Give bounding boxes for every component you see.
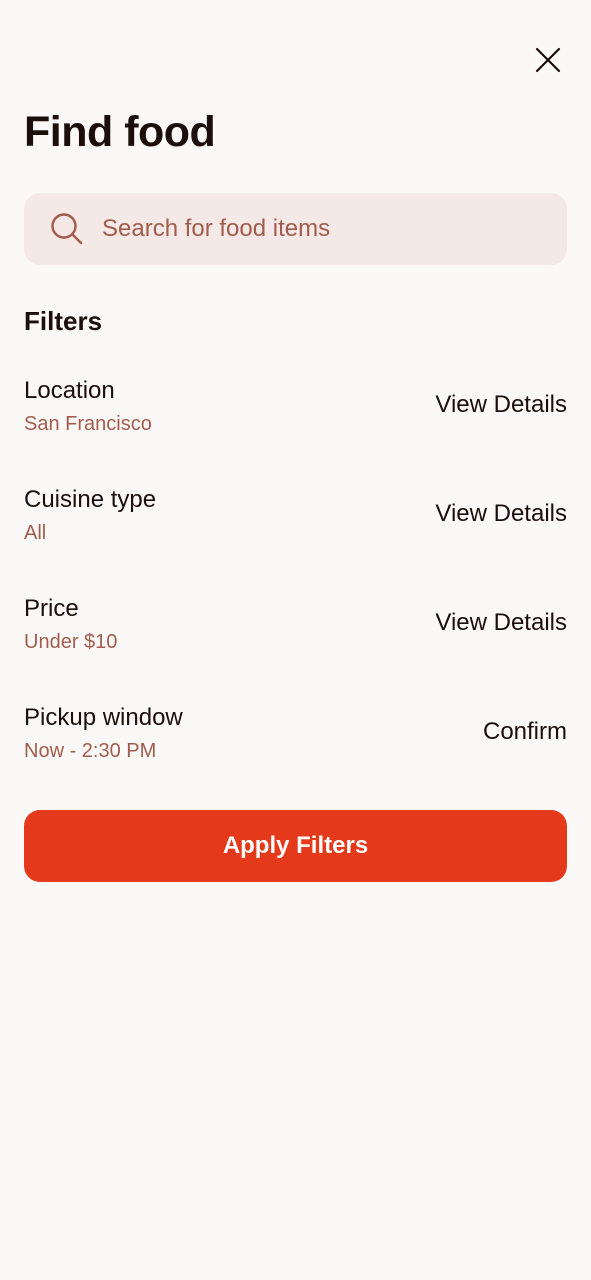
price-view-details-button[interactable]: View Details (435, 607, 567, 639)
filter-value: All (24, 522, 47, 544)
filter-label: Cuisine type (24, 486, 157, 513)
search-icon (51, 213, 83, 245)
filter-label: Price (24, 595, 79, 622)
apply-filters-button[interactable]: Apply Filters (24, 810, 567, 882)
filter-label: Location (24, 377, 115, 404)
cuisine-view-details-button[interactable]: View Details (435, 498, 567, 530)
filter-value: Under $10 (24, 631, 118, 653)
search-bar[interactable] (24, 193, 567, 265)
filter-label: Pickup window (24, 704, 183, 731)
close-button[interactable] (528, 40, 568, 80)
filter-row-pickup-window: Pickup window Now - 2:30 PM Confirm (24, 702, 567, 782)
filter-value: San Francisco (24, 413, 152, 435)
page-title: Find food (24, 108, 216, 156)
close-icon (535, 47, 561, 73)
filter-value: Now - 2:30 PM (24, 740, 157, 762)
filters-heading: Filters (24, 306, 103, 336)
filter-row-location: Location San Francisco View Details (24, 375, 567, 455)
pickup-confirm-button[interactable]: Confirm (483, 716, 567, 748)
location-view-details-button[interactable]: View Details (435, 389, 567, 421)
search-input[interactable] (102, 193, 542, 265)
filter-row-price: Price Under $10 View Details (24, 593, 567, 673)
filter-row-cuisine: Cuisine type All View Details (24, 484, 567, 564)
